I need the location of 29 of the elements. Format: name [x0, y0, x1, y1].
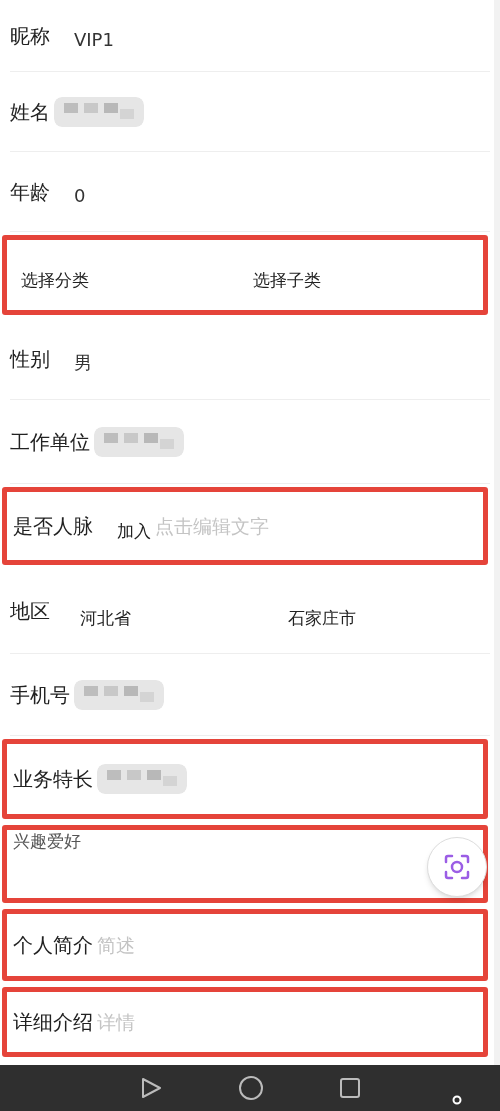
field-label: 年龄	[10, 178, 50, 206]
region-select[interactable]: 石家庄市	[288, 605, 496, 632]
category-select[interactable]: 选择子类	[245, 268, 477, 294]
field-value: VIP1	[74, 28, 114, 52]
scan-button[interactable]	[427, 837, 487, 897]
input-field[interactable]: 详情	[97, 1007, 477, 1037]
field-label: 手机号	[10, 681, 70, 709]
field-label: 详细介绍	[13, 1009, 93, 1036]
back-icon[interactable]	[139, 1076, 163, 1100]
field-label: 兴趣爱好	[13, 831, 81, 851]
input-field[interactable]: 点击编辑文字	[155, 511, 477, 541]
input-field[interactable]: 简述	[97, 930, 477, 960]
field-value: 男	[74, 351, 92, 375]
field-value: 0	[74, 184, 86, 208]
category-select[interactable]: 选择分类	[13, 268, 245, 294]
dot-icon	[452, 1095, 462, 1105]
field-label: 姓名	[10, 98, 50, 126]
home-icon[interactable]	[238, 1075, 264, 1101]
field-label: 地区	[10, 597, 50, 625]
field-label: 性别	[10, 345, 50, 373]
field-label: 业务特长	[13, 766, 93, 793]
field-label: 工作单位	[10, 428, 90, 456]
field-label: 昵称	[10, 22, 50, 50]
field-label: 个人简介	[13, 932, 93, 959]
recents-icon[interactable]	[339, 1077, 361, 1099]
field-label: 是否人脉	[13, 513, 93, 540]
scan-icon	[443, 853, 471, 881]
field-value: 加入	[117, 520, 151, 544]
region-select[interactable]: 河北省	[80, 605, 288, 632]
